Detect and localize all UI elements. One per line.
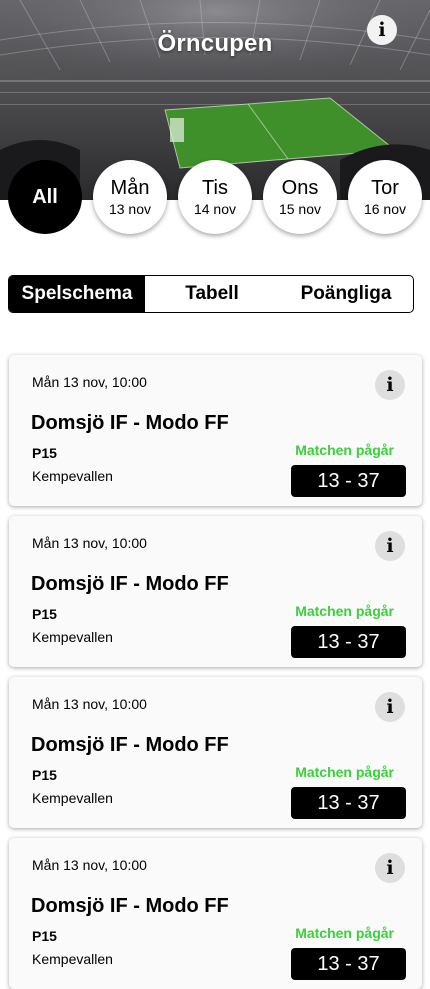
day-chip-label: Tis (202, 176, 228, 199)
match-time: Mån 13 nov, 10:00 (32, 535, 147, 551)
day-chip-date: 16 nov (363, 200, 407, 217)
match-teams: Domsjö IF - Modo FF (31, 734, 229, 756)
match-card[interactable]: Mån 13 nov, 10:00 i Domsjö IF - Modo FF … (9, 516, 422, 667)
match-class: P15 (32, 767, 57, 783)
day-chip-ons[interactable]: Ons 15 nov (263, 160, 337, 234)
info-icon[interactable]: i (367, 15, 397, 45)
match-class: P15 (32, 445, 57, 461)
day-chip-label: Mån (110, 176, 150, 199)
info-icon[interactable]: i (375, 692, 405, 722)
day-chip-man[interactable]: Mån 13 nov (93, 160, 167, 234)
match-time: Mån 13 nov, 10:00 (32, 374, 147, 390)
info-icon[interactable]: i (375, 370, 405, 400)
match-status: Matchen pågår (295, 925, 394, 941)
match-score: 13 - 37 (291, 787, 406, 819)
tab-bar: Spelschema Tabell Poängliga (8, 275, 414, 313)
day-filter: All Mån 13 nov Tis 14 nov Ons 15 nov Tor… (0, 160, 430, 236)
tab-poangliga[interactable]: Poängliga (279, 276, 413, 312)
match-teams: Domsjö IF - Modo FF (31, 412, 229, 434)
match-card[interactable]: Mån 13 nov, 10:00 i Domsjö IF - Modo FF … (9, 677, 422, 828)
day-chip-tor[interactable]: Tor 16 nov (348, 160, 422, 234)
day-chip-date: 13 nov (108, 200, 152, 217)
match-venue: Kempevallen (32, 629, 113, 645)
match-score: 13 - 37 (291, 626, 406, 658)
match-card[interactable]: Mån 13 nov, 10:00 i Domsjö IF - Modo FF … (9, 355, 422, 506)
page-title: Örncupen (157, 30, 273, 57)
match-score: 13 - 37 (291, 948, 406, 980)
tab-tabell[interactable]: Tabell (145, 276, 279, 312)
match-status: Matchen pågår (295, 603, 394, 619)
match-teams: Domsjö IF - Modo FF (31, 573, 229, 595)
match-time: Mån 13 nov, 10:00 (32, 857, 147, 873)
match-teams: Domsjö IF - Modo FF (31, 895, 229, 917)
day-chip-tis[interactable]: Tis 14 nov (178, 160, 252, 234)
match-venue: Kempevallen (32, 468, 113, 484)
day-chip-date: 15 nov (278, 200, 322, 217)
day-chip-label: All (32, 186, 58, 208)
day-chip-date: 14 nov (193, 200, 237, 217)
match-class: P15 (32, 606, 57, 622)
match-status: Matchen pågår (295, 764, 394, 780)
match-venue: Kempevallen (32, 790, 113, 806)
match-class: P15 (32, 928, 57, 944)
match-card[interactable]: Mån 13 nov, 10:00 i Domsjö IF - Modo FF … (9, 838, 422, 989)
tab-spelschema[interactable]: Spelschema (9, 276, 145, 312)
day-chip-label: Tor (371, 176, 399, 199)
info-icon[interactable]: i (375, 853, 405, 883)
day-chip-all[interactable]: All (8, 160, 82, 234)
match-time: Mån 13 nov, 10:00 (32, 696, 147, 712)
match-venue: Kempevallen (32, 951, 113, 967)
match-score: 13 - 37 (291, 465, 406, 497)
info-icon[interactable]: i (375, 531, 405, 561)
day-chip-label: Ons (281, 176, 319, 199)
match-status: Matchen pågår (295, 442, 394, 458)
